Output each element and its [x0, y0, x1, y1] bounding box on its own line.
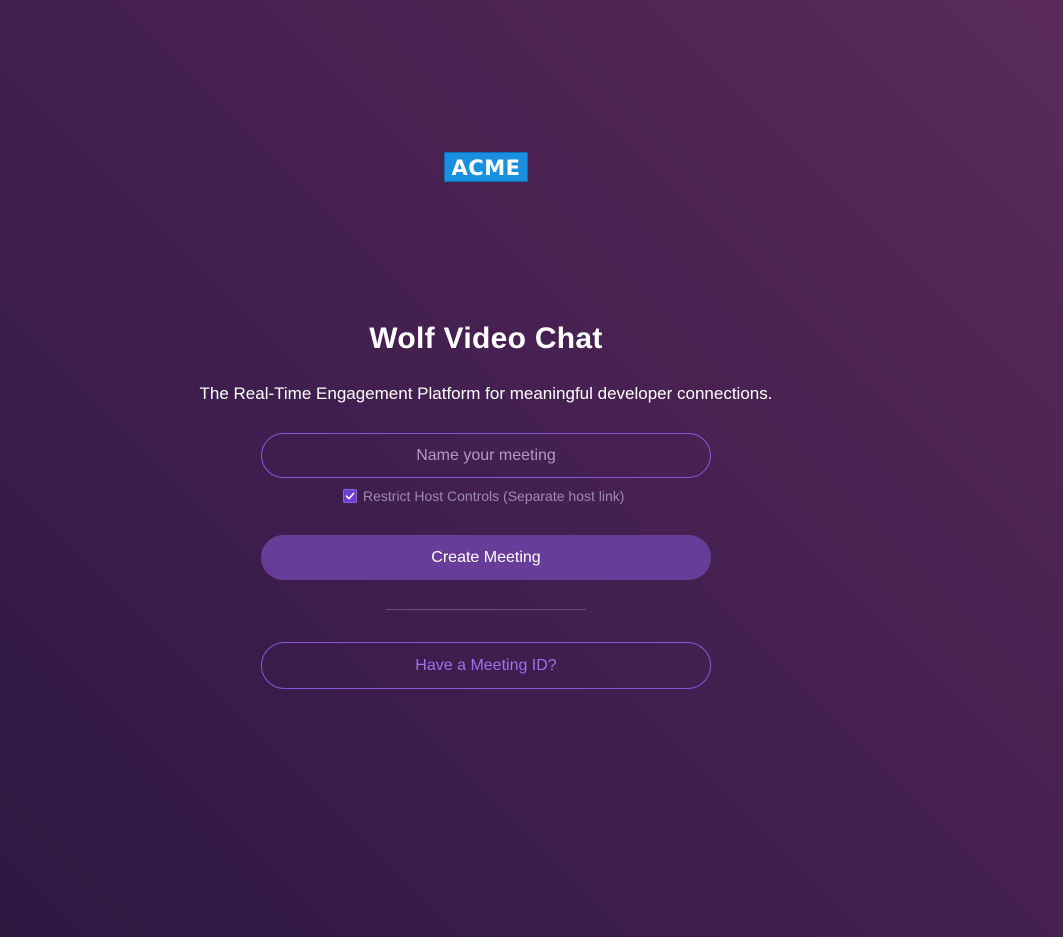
- have-meeting-id-button[interactable]: Have a Meeting ID?: [261, 642, 711, 689]
- acme-logo: ACME: [444, 152, 528, 182]
- divider: [386, 609, 586, 610]
- page-title: Wolf Video Chat: [369, 322, 603, 355]
- restrict-host-checkbox[interactable]: [343, 489, 357, 503]
- restrict-host-label: Restrict Host Controls (Separate host li…: [363, 488, 625, 504]
- meeting-name-input[interactable]: [261, 433, 711, 478]
- page-subtitle: The Real-Time Engagement Platform for me…: [199, 384, 773, 403]
- check-icon: [345, 492, 355, 500]
- create-meeting-button[interactable]: Create Meeting: [261, 535, 711, 580]
- restrict-host-controls-option[interactable]: Restrict Host Controls (Separate host li…: [343, 487, 624, 505]
